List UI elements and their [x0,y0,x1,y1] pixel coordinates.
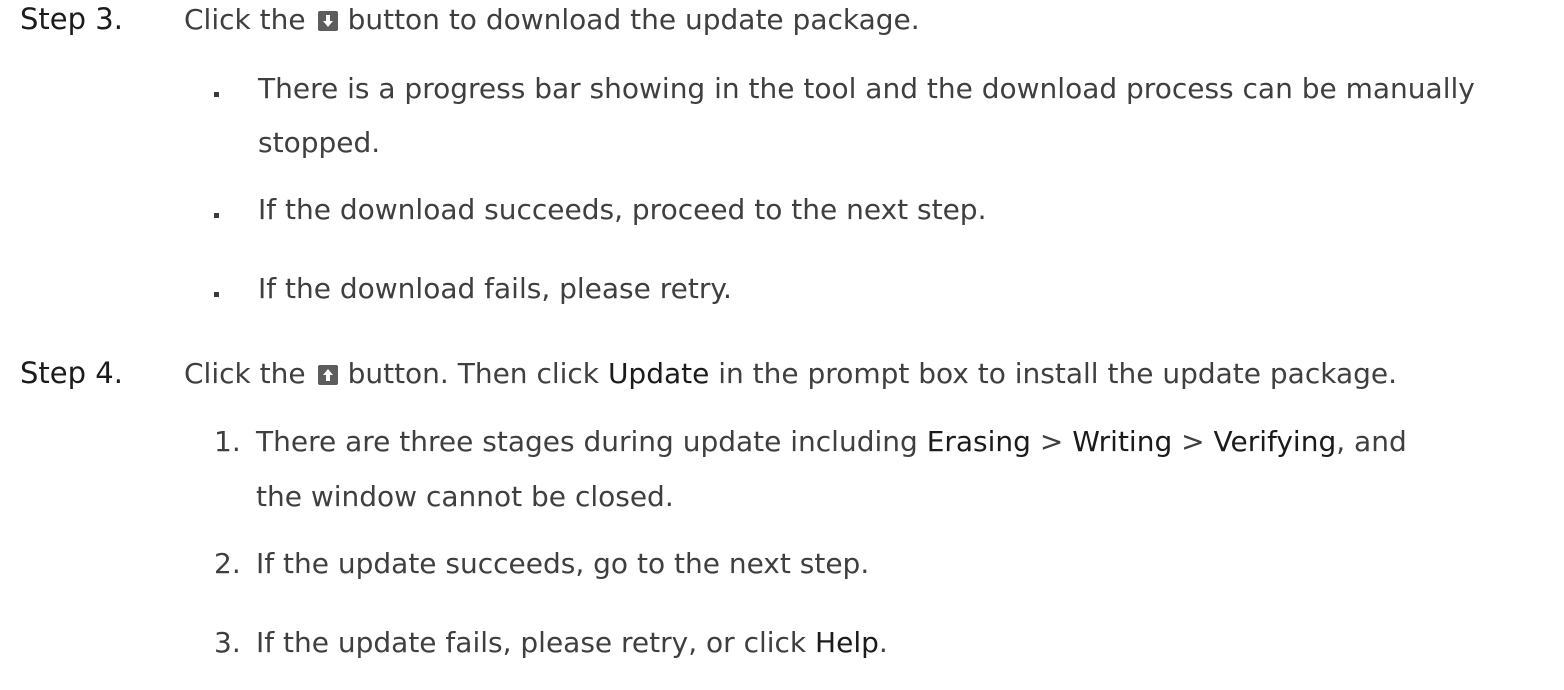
stage-verifying: Verifying [1213,425,1337,458]
step-4-item-3-b: . [878,626,888,659]
step-4-item-1-a: There are three stages during update inc… [256,425,918,458]
step-4-item-3-number: 3. [214,626,241,659]
step-3-bullet-2: If the download succeeds, proceed to the… [258,193,987,226]
step-3-post: button to download the update package. [347,3,920,36]
step-4-item-1-b: , and [1336,425,1407,458]
bullet-marker [214,92,219,97]
update-term: Update [607,357,710,390]
step-4-label: Step 4. [20,356,123,390]
step-4-instruction: Click the button. Then click Update in th… [184,357,1397,390]
upload-arrow-icon [317,365,338,385]
step-4-item-1: There are three stages during update inc… [256,425,1407,458]
step-4-pre: Click the [184,357,306,390]
help-term: Help [815,626,879,659]
stage-separator: > [1039,425,1064,458]
step-4-post-b: in the prompt box to install the update … [718,357,1398,390]
step-3-bullet-1-cont: stopped. [258,126,381,159]
step-4-item-2: If the update succeeds, go to the next s… [256,547,870,580]
step-3-bullet-1: There is a progress bar showing in the t… [258,72,1475,105]
bullet-marker [214,292,219,297]
stage-separator: > [1181,425,1205,458]
download-arrow-icon [317,11,338,31]
step-3-pre: Click the [184,3,306,36]
step-4-item-3: If the update fails, please retry, or cl… [256,626,888,659]
stage-erasing: Erasing [926,425,1031,458]
step-3-label: Step 3. [20,2,123,36]
step-3-bullet-3: If the download fails, please retry. [258,272,732,305]
bullet-marker [214,213,219,218]
step-4-item-3-a: If the update fails, please retry, or cl… [256,626,807,659]
step-4-item-2-number: 2. [214,547,241,580]
stage-writing: Writing [1072,425,1173,458]
step-4-item-1-cont: the window cannot be closed. [256,480,674,513]
step-4-item-1-number: 1. [214,425,241,458]
step-3-instruction: Click the button to download the update p… [184,3,920,36]
step-4-post-a: button. Then click [347,357,600,390]
